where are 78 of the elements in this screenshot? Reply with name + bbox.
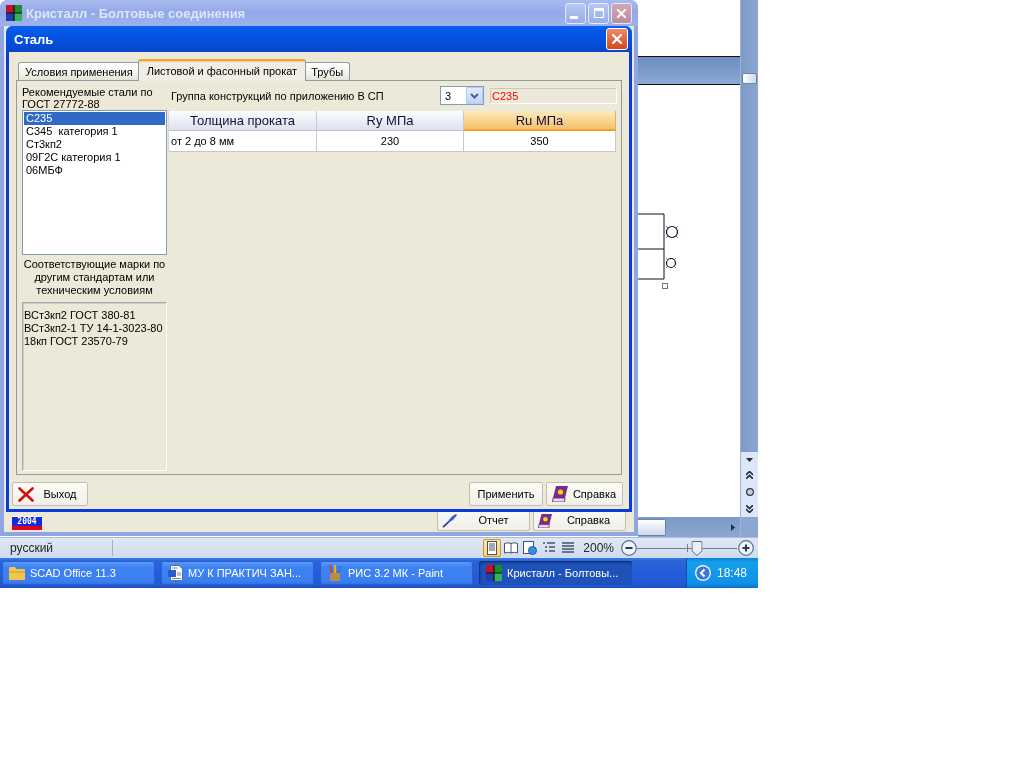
minimize-icon: [570, 15, 578, 19]
field-label: Группа конструкций по приложению В СП: [170, 89, 385, 102]
view-button[interactable]: [502, 539, 521, 557]
view-button[interactable]: [483, 539, 502, 557]
triangle-down-icon: [746, 457, 753, 462]
help-button[interactable]: Справка: [546, 482, 623, 506]
taskbar-button[interactable]: МУ К ПРАКТИЧ ЗАН...: [161, 561, 314, 585]
slider-thumb[interactable]: [691, 540, 703, 556]
book-icon: [538, 514, 552, 528]
zoom-slider[interactable]: [637, 539, 737, 557]
page-icon: [485, 541, 500, 555]
group-select[interactable]: 3: [440, 86, 484, 105]
tile-icon: [486, 565, 502, 581]
open-book-icon: [504, 541, 519, 555]
list-item[interactable]: С345 категория 1: [24, 125, 165, 138]
plus-circle-icon: [737, 540, 754, 556]
list-item[interactable]: 06МБФ: [24, 164, 165, 177]
table-cell: 230: [317, 131, 464, 152]
list-item[interactable]: 09Г2С категория 1: [24, 151, 165, 164]
vertical-scrollbar[interactable]: [741, 0, 758, 452]
chevron-left-icon: [695, 565, 711, 581]
year-logo: 2004: [12, 516, 42, 530]
close-icon: [612, 34, 622, 44]
table-cell: от 2 до 8 мм: [169, 131, 317, 152]
view-button[interactable]: [521, 539, 540, 557]
chevron-down-icon: [470, 92, 479, 99]
taskbar-button[interactable]: Кристалл - Болтовы...: [479, 561, 632, 585]
close-button[interactable]: [611, 2, 632, 24]
zoom-out-button[interactable]: [620, 539, 637, 557]
zoom-in-button[interactable]: [737, 539, 754, 557]
window-title: Сталь: [14, 31, 55, 47]
apply-button[interactable]: Применить: [469, 482, 543, 506]
grade-text: ВСт3кп2-1 ТУ 14-1-3023-80: [24, 322, 163, 335]
column-header[interactable]: Толщина проката: [169, 111, 317, 131]
list-label: Рекомендуемые стали по ГОСТ 27772-88: [22, 86, 154, 110]
cross-icon: [18, 486, 34, 502]
grade-text: 18кп ГОСТ 23570-79: [24, 335, 128, 348]
scrollbar-corner: [741, 517, 758, 537]
book-icon: [552, 486, 568, 502]
steel-list[interactable]: С235 С345 категория 1 Ст3кп2 09Г2С категория 1 06МБФ: [22, 110, 167, 255]
taskbar-button[interactable]: SCAD Office 11.3: [2, 561, 155, 585]
lines-icon: [561, 541, 576, 555]
folder-icon: [9, 566, 25, 580]
column-header[interactable]: Ry МПа: [317, 111, 464, 131]
section-label: Соответствующие марки по другим стандартам или техническим условиям: [22, 258, 167, 297]
table-cell: 350: [464, 131, 616, 152]
triangle-right-icon: [731, 523, 735, 531]
tray-expand-button[interactable]: [695, 565, 711, 581]
outline-icon: [542, 541, 557, 555]
column-header[interactable]: Ru МПа: [464, 111, 616, 131]
zoom-level[interactable]: 200%: [583, 541, 614, 555]
readonly-field: С235: [490, 87, 617, 104]
status-language[interactable]: русский: [0, 541, 112, 555]
exit-button[interactable]: Выход: [12, 482, 88, 506]
tab[interactable]: Листовой и фасонный прокат: [137, 59, 307, 81]
tab[interactable]: Трубы: [304, 62, 351, 80]
circle-icon: [745, 488, 754, 496]
window-title: Кристалл - Болтовые соединения: [26, 5, 247, 21]
horizontal-scrollbar[interactable]: [638, 517, 740, 537]
maximize-icon: [593, 8, 604, 18]
taskbar-button[interactable]: РИС 3.2 МК - Paint: [320, 561, 473, 585]
tile-icon: [6, 5, 22, 21]
scrollbar-thumb[interactable]: [742, 73, 757, 84]
dropdown-button[interactable]: [466, 87, 483, 104]
grade-text: ВСт3кп2 ГОСТ 380-81: [24, 309, 136, 322]
list-item[interactable]: Ст3кп2: [24, 138, 165, 151]
close-icon: [617, 8, 626, 18]
double-chevron-down-icon: [746, 504, 753, 513]
scrollbar-thumb[interactable]: [638, 518, 666, 536]
double-chevron-up-icon: [746, 471, 753, 480]
document-icon: [168, 565, 183, 581]
quill-icon: [442, 514, 458, 528]
minus-circle-icon: [620, 540, 637, 556]
brushes-icon: [327, 565, 343, 581]
list-item[interactable]: С235: [24, 112, 165, 125]
tab[interactable]: Условия применения: [18, 62, 140, 80]
globe-page-icon: [523, 541, 538, 555]
clock-text: 18:48: [717, 566, 748, 580]
